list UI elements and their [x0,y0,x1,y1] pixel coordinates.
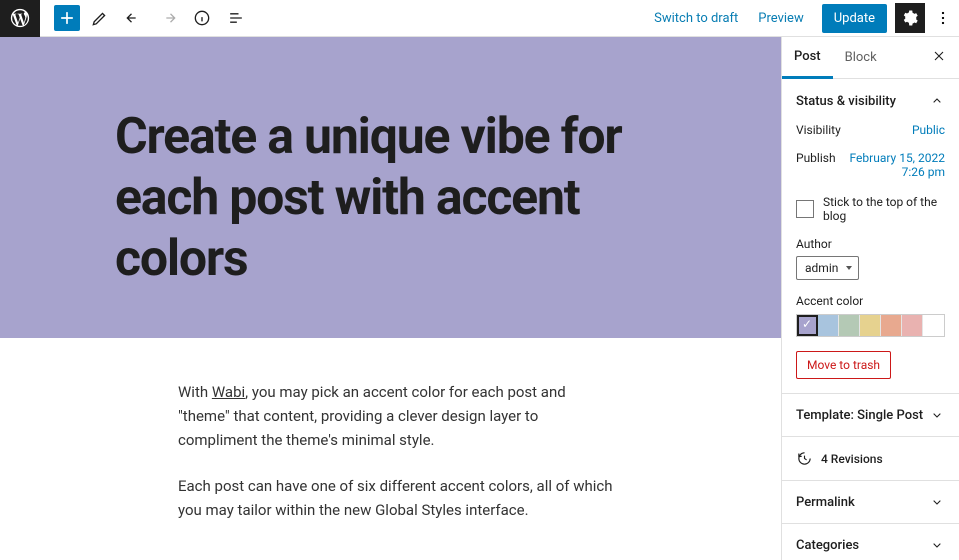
accent-swatch[interactable] [923,315,944,336]
accent-swatch[interactable] [839,315,860,336]
panel-permalink[interactable]: Permalink [782,481,959,524]
publish-label: Publish [796,151,836,179]
author-select[interactable]: admin [796,256,859,280]
post-title[interactable]: Create a unique vibe for each post with … [115,107,675,290]
panel-status-visibility: Status & visibility Visibility Public Pu… [782,79,959,394]
editor-toolbar: Switch to draft Preview Update [0,0,959,37]
undo-icon[interactable] [120,4,148,32]
history-icon [796,450,813,467]
chevron-down-icon [929,407,945,423]
update-button[interactable]: Update [822,4,887,33]
tab-block[interactable]: Block [833,37,889,79]
accent-swatch[interactable] [881,315,902,336]
sticky-checkbox-row[interactable]: Stick to the top of the blog [796,195,945,223]
accent-swatch[interactable] [797,315,818,336]
publish-value[interactable]: February 15, 2022 7:26 pm [836,151,945,179]
paragraph-block[interactable]: With Wabi, you may pick an accent color … [178,380,620,452]
sticky-label: Stick to the top of the blog [823,195,945,223]
inline-link[interactable]: Wabi [212,383,245,401]
close-sidebar-button[interactable] [923,48,955,68]
chevron-up-icon [929,93,945,109]
edit-mode-icon[interactable] [86,4,114,32]
visibility-label: Visibility [796,123,841,137]
accent-swatch[interactable] [902,315,923,336]
panel-toggle-status[interactable]: Status & visibility [796,93,945,109]
chevron-down-icon [929,537,945,553]
accent-swatch[interactable] [818,315,839,336]
accent-swatch[interactable] [860,315,881,336]
editor-canvas[interactable]: Create a unique vibe for each post with … [0,37,781,560]
sticky-checkbox[interactable] [796,200,814,218]
tab-post[interactable]: Post [782,37,833,79]
hero-block[interactable]: Create a unique vibe for each post with … [0,37,781,338]
wp-logo[interactable] [0,0,40,37]
author-label: Author [796,237,945,251]
move-to-trash-button[interactable]: Move to trash [796,351,891,379]
panel-categories[interactable]: Categories [782,524,959,560]
accent-color-label: Accent color [796,294,945,308]
more-options-button[interactable] [931,3,955,33]
switch-to-draft-button[interactable]: Switch to draft [644,5,748,32]
outline-icon[interactable] [222,4,250,32]
add-block-button[interactable] [54,5,80,31]
panel-template[interactable]: Template: Single Post [782,394,959,437]
info-icon[interactable] [188,4,216,32]
visibility-value[interactable]: Public [912,123,945,137]
paragraph-block[interactable]: Each post can have one of six different … [178,474,620,522]
settings-button[interactable] [895,3,925,33]
accent-color-swatches [796,314,945,337]
settings-sidebar: Post Block Status & visibility Visibilit… [781,37,959,560]
preview-button[interactable]: Preview [748,5,813,32]
revisions-button[interactable]: 4 Revisions [782,437,959,481]
redo-icon[interactable] [154,4,182,32]
chevron-down-icon [929,494,945,510]
